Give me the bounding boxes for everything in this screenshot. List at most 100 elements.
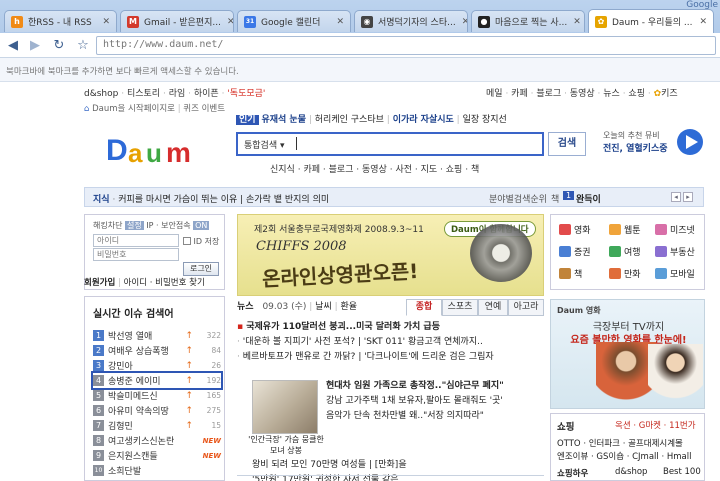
signup-link[interactable]: 회원가입 [84,278,115,288]
find-id-link[interactable]: 아이디 [124,278,147,288]
nav-shopping[interactable]: 쇼핑 [628,89,645,99]
link-dshop[interactable]: d&shop [84,89,118,99]
issue-row[interactable]: 7 김형민 ↑ 15 [93,418,221,433]
back-arrow-icon[interactable]: ◀ [4,37,22,54]
news-photo[interactable] [252,380,318,434]
browser-tab-gmail[interactable]: M Gmail - 받은편지... ✕ [120,10,234,32]
secure-login-toggle[interactable]: ON [193,221,210,230]
service-mobile[interactable]: 모바일 [655,267,695,280]
shoppinghow-link[interactable]: 쇼핑하우 [557,467,588,479]
shopping-brands-2[interactable]: 엔조이뷰 · GS이숍 · CJmall · Hmall [557,450,691,462]
close-tab-icon[interactable]: ✕ [221,17,233,27]
ticker-next-icon[interactable]: ▸ [683,192,693,202]
ranking-item[interactable]: 완득이 [576,192,601,205]
shopping-brands-1[interactable]: OTTO · 인터파크 · 골프대제시계몰 [557,437,683,449]
featured-line[interactable]: 음악가 단속 천차만별 왜.."서장 의지따라" [326,409,544,424]
dshop-link[interactable]: d&shop [615,467,647,477]
service-travel[interactable]: 여행 [609,245,641,258]
news-item[interactable]: · '대운하 볼 지피기' 사전 포석? | 'SKT 011' 황금고객 연체… [237,335,544,350]
link-tistory[interactable]: 티스토리 [127,89,160,99]
save-id-option[interactable]: ID 저장 [183,236,219,247]
daum-logo[interactable]: D a u m [104,122,210,170]
best100-link[interactable]: Best 100 [663,467,701,477]
nav-mail[interactable]: 메일 [486,89,503,99]
ticker-text[interactable]: 커피를 마시면 가슴이 뛰는 이유 | 손가락 뱉 반지의 의미 [118,195,329,205]
search-button[interactable]: 검색 [548,132,586,156]
news-photo-caption[interactable]: '인간극장' 가슴 뭉클한 모녀 상봉 [248,434,324,456]
nav-video[interactable]: 동영상 [570,89,595,99]
bookmark-star-icon[interactable]: ☆ [74,37,92,54]
news-item[interactable]: 왕비 되려 모인 70만명 여성들 | [만화]을 [252,458,544,473]
ticker-prev-icon[interactable]: ◂ [671,192,681,202]
browser-tab-photo[interactable]: ● 마음으로 찍는 사... ✕ [471,10,585,32]
nav-cafe[interactable]: 카페 [511,89,528,99]
shopping-tags[interactable]: 옥션 · G마켓 · 11번가 [615,419,696,431]
close-tab-icon[interactable]: ✕ [330,17,344,27]
link-lime[interactable]: 라임 [169,89,186,99]
hot-keyword-4[interactable]: 일장 장지선 [463,115,507,125]
issue-row[interactable]: 3 강민아 ↑ 26 [93,358,221,373]
save-id-checkbox[interactable] [183,237,191,245]
issue-row[interactable]: 5 박슬미메드신 ↑ 165 [93,388,221,403]
reload-icon[interactable]: ↻ [50,37,68,54]
service-miznet[interactable]: 미즈넷 [655,223,695,236]
search-input[interactable]: 통합검색 ▾ [236,132,544,156]
cat-video[interactable]: 동영상 [362,165,387,175]
play-icon[interactable] [676,128,704,156]
nav-news[interactable]: 뉴스 [603,89,620,99]
cat-dict[interactable]: 사전 [395,165,412,175]
cat-book[interactable]: 책 [471,165,479,175]
hack-block-toggle[interactable]: 설정 [125,221,144,230]
issue-row[interactable]: 9 은지원스캔들 NEW [93,448,221,463]
issue-row[interactable]: 6 아유미 약속의땅 ↑ 275 [93,403,221,418]
browser-tab-daum[interactable]: ✿ Daum - 우리들의 ... ✕ [588,9,714,33]
set-start-page[interactable]: Daum을 시작페이지로 [92,104,175,114]
cat-map[interactable]: 지도 [421,165,438,175]
browser-tab-calendar[interactable]: 31 Google 캘린더 ✕ [237,10,351,32]
ranking-label[interactable]: 분야별검색순위 [489,192,547,205]
browser-tab-hanrss[interactable]: h 한RSS - 내 RSS ✕ [4,10,117,32]
news-headline[interactable]: ▪ 국제유가 110달러선 붕괴...미국 달러화 가치 급등 [237,320,544,335]
issue-row[interactable]: 8 여고생키스신논란 NEW [93,433,221,448]
issue-row[interactable]: 10 소희단발 [93,463,221,478]
hot-keyword-2[interactable]: 허리케인 구스타브 [315,115,384,125]
weather-link[interactable]: 날씨 [315,302,332,312]
hot-keyword-3[interactable]: 이가라 자살시도 [393,115,454,125]
nav-blog[interactable]: 블로그 [536,89,561,99]
featured-headline[interactable]: 현대차 임원 가족으로 총작정.."심야근무 폐지" [326,379,544,394]
tab-news-sports[interactable]: 스포츠 [442,299,478,316]
id-field[interactable] [93,234,179,247]
close-tab-icon[interactable]: ✕ [96,17,110,27]
nav-kids[interactable]: 키즈 [661,89,678,99]
issue-row[interactable]: 1 박선영 열애 ↑ 322 [93,328,221,343]
cat-knowledge[interactable]: 신지식 [270,165,295,175]
close-tab-icon[interactable]: ✕ [693,17,707,27]
link-dokdo[interactable]: '독도모금' [227,89,265,99]
service-webtoon[interactable]: 웹툰 [609,223,641,236]
service-book[interactable]: 책 [559,267,582,280]
service-realestate[interactable]: 부동산 [655,245,695,258]
featured-line[interactable]: 강남 고가주택 1채 보유자,팔아도 몰래줘도 '곳' [326,394,544,409]
find-password-link[interactable]: 비밀번호 찾기 [155,278,205,288]
close-tab-icon[interactable]: ✕ [456,17,467,27]
issue-row-selected[interactable]: 4 송병준 에이미 ↑ 192 [91,371,223,390]
login-button[interactable]: 로그인 [183,262,219,276]
browser-tab-blog[interactable]: ◉ 서명덕기자의 스타... ✕ [354,10,468,32]
cat-blog[interactable]: 블로그 [329,165,354,175]
cat-cafe[interactable]: 카페 [303,165,320,175]
service-stocks[interactable]: 증권 [559,245,591,258]
news-item[interactable]: · 베르바토프가 맨유로 간 까닭? | '다크나이트'에 드리운 검은 그림자 [237,350,544,365]
tab-news-agora[interactable]: 아고라 [508,299,544,316]
link-hyphen[interactable]: 하이픈 [194,89,219,99]
service-comics[interactable]: 만화 [609,267,641,280]
issue-row[interactable]: 2 여배우 상습폭행 ↑ 84 [93,343,221,358]
cat-shopping[interactable]: 쇼핑 [446,165,463,175]
exchange-link[interactable]: 환율 [341,302,358,312]
quiz-event[interactable]: 퀴즈 이벤트 [183,104,225,114]
hot-keyword-1[interactable]: 유재석 눈물 [261,115,306,125]
forward-arrow-icon[interactable]: ▶ [26,37,44,54]
address-bar[interactable]: http://www.daum.net/ [96,36,716,55]
service-movie[interactable]: 영화 [559,223,591,236]
ip-label[interactable]: IP [146,221,153,230]
tab-news-entertainment[interactable]: 연예 [478,299,508,316]
